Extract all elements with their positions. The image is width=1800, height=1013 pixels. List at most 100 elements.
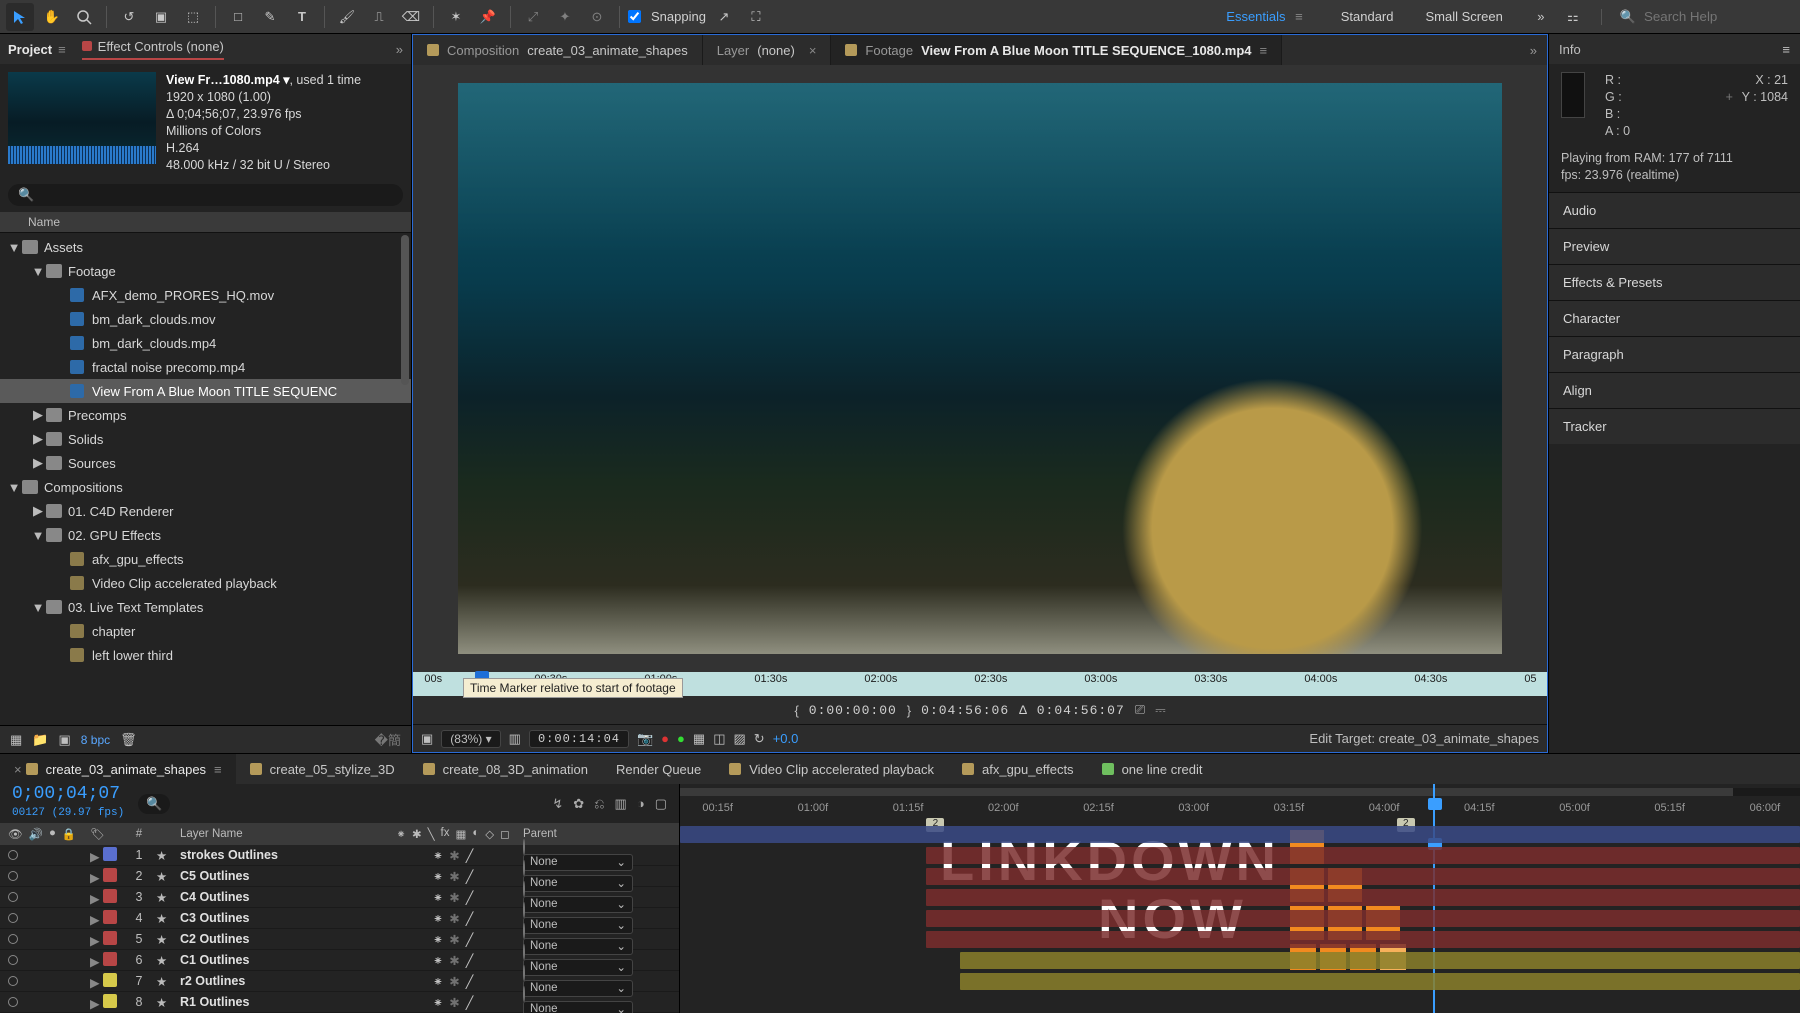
twirl-icon[interactable]: ▶ xyxy=(30,503,46,519)
brush-tool-icon[interactable]: 🖌 xyxy=(333,3,361,31)
timeline-tracks[interactable]: 00:15f01:00f01:15f02:00f02:15f03:00f03:1… xyxy=(680,784,1800,1013)
layer-row[interactable]: ▶ 8★R1 Outlines⁕✱╱ None⌄ xyxy=(0,992,679,1013)
panel-character[interactable]: Character xyxy=(1549,300,1800,336)
label-color-icon[interactable] xyxy=(103,994,117,1008)
label-color-icon[interactable] xyxy=(103,952,117,966)
track-row[interactable] xyxy=(680,971,1800,992)
tree-row[interactable]: bm_dark_clouds.mov xyxy=(0,307,411,331)
region-tool-icon[interactable]: ⬚ xyxy=(179,3,207,31)
tree-row[interactable]: AFX_demo_PRORES_HQ.mov xyxy=(0,283,411,307)
comp-mini-flowchart-icon[interactable]: ↯ xyxy=(552,796,563,812)
grid-icon[interactable]: ▦ xyxy=(693,731,705,747)
res-icon[interactable]: ▥ xyxy=(509,731,521,747)
twirl-icon[interactable]: ▶ xyxy=(30,455,46,471)
clip[interactable] xyxy=(926,910,1800,927)
project-tree[interactable]: ▼Assets▼FootageAFX_demo_PRORES_HQ.movbm_… xyxy=(0,233,411,725)
tree-row[interactable]: ▼02. GPU Effects xyxy=(0,523,411,547)
pickwhip-icon[interactable] xyxy=(523,923,525,939)
twirl-icon[interactable]: ▶ xyxy=(30,431,46,447)
visibility-icon[interactable] xyxy=(8,955,18,965)
tree-row[interactable]: afx_gpu_effects xyxy=(0,547,411,571)
search-help-input[interactable] xyxy=(1644,9,1784,24)
current-time-indicator[interactable]: 0;00;04;07 xyxy=(12,785,124,803)
exposure-value[interactable]: +0.0 xyxy=(773,731,799,746)
view-axis-icon[interactable]: ⊙ xyxy=(583,3,611,31)
roto-tool-icon[interactable]: ✶ xyxy=(442,3,470,31)
world-axis-icon[interactable]: ✦ xyxy=(551,3,579,31)
twirl-icon[interactable]: ▼ xyxy=(6,480,22,495)
twirl-icon[interactable]: ▶ xyxy=(90,955,100,969)
project-column-name[interactable]: Name xyxy=(0,212,411,233)
panel-paragraph[interactable]: Paragraph xyxy=(1549,336,1800,372)
clip[interactable] xyxy=(680,826,1800,843)
pickwhip-icon[interactable] xyxy=(523,902,525,918)
tree-row[interactable]: ▶Solids xyxy=(0,427,411,451)
puppet-tool-icon[interactable]: 📌 xyxy=(474,3,502,31)
pen-tool-icon[interactable]: ✎ xyxy=(256,3,284,31)
tab-menu-icon[interactable]: ≡ xyxy=(1260,43,1268,58)
project-search[interactable]: 🔍 xyxy=(8,184,403,206)
type-tool-icon[interactable]: T xyxy=(288,3,316,31)
clip[interactable] xyxy=(960,952,1800,969)
track-row[interactable] xyxy=(680,866,1800,887)
in-point[interactable]: 0:00:00:00 xyxy=(809,703,897,718)
tree-row[interactable]: ▶Precomps xyxy=(0,403,411,427)
local-axis-icon[interactable]: ⤢ xyxy=(519,3,547,31)
track-row[interactable] xyxy=(680,887,1800,908)
twirl-icon[interactable]: ▶ xyxy=(90,871,100,885)
layer-name[interactable]: R1 Outlines xyxy=(176,995,387,1009)
snap-bounds-icon[interactable]: ⛶ xyxy=(742,3,770,31)
twirl-icon[interactable]: ▶ xyxy=(90,997,100,1011)
panel-align[interactable]: Align xyxy=(1549,372,1800,408)
workspace-essentials[interactable]: Essentials ≡ xyxy=(1220,1,1314,32)
resize-icon[interactable]: �簡 xyxy=(375,730,401,749)
zoom-select[interactable]: (83%) ▾ xyxy=(441,730,500,748)
panel-tracker[interactable]: Tracker xyxy=(1549,408,1800,444)
workspace-overflow-icon[interactable]: » xyxy=(1527,3,1555,31)
layer-name[interactable]: C5 Outlines xyxy=(176,869,387,883)
tree-row[interactable]: fractal noise precomp.mp4 xyxy=(0,355,411,379)
tree-row[interactable]: ▶01. C4D Renderer xyxy=(0,499,411,523)
visibility-icon[interactable] xyxy=(8,892,18,902)
clip[interactable] xyxy=(960,973,1800,990)
tree-row[interactable]: Video Clip accelerated playback xyxy=(0,571,411,595)
timeline-search[interactable]: 🔍 xyxy=(138,794,170,814)
layer-name[interactable]: C4 Outlines xyxy=(176,890,387,904)
zoom-tool-icon[interactable] xyxy=(70,3,98,31)
pickwhip-icon[interactable] xyxy=(523,986,525,1002)
tree-row[interactable]: ▼Footage xyxy=(0,259,411,283)
draft3d-icon[interactable]: ✿ xyxy=(573,796,584,812)
panel-preview[interactable]: Preview xyxy=(1549,228,1800,264)
selection-tool-icon[interactable] xyxy=(6,3,34,31)
channel-icon[interactable]: ● xyxy=(661,731,669,746)
timeline-ruler[interactable]: 00:15f01:00f01:15f02:00f02:15f03:00f03:1… xyxy=(680,802,1800,822)
track-row[interactable] xyxy=(680,908,1800,929)
twirl-icon[interactable]: ▶ xyxy=(90,976,100,990)
tree-row[interactable]: ▼03. Live Text Templates xyxy=(0,595,411,619)
panel-overflow-icon[interactable]: » xyxy=(396,42,403,57)
viewer-tab-comp[interactable]: Compositioncreate_03_animate_shapes xyxy=(413,35,703,65)
clone-tool-icon[interactable]: ⎍ xyxy=(365,3,393,31)
reset-exposure-icon[interactable]: ↻ xyxy=(754,731,765,747)
visibility-icon[interactable] xyxy=(8,850,18,860)
label-col-icon[interactable]: 🏷 xyxy=(90,829,105,841)
tree-row[interactable]: ▼Assets xyxy=(0,235,411,259)
clip[interactable] xyxy=(926,889,1800,906)
trash-icon[interactable]: 🗑 xyxy=(120,732,137,748)
clip[interactable] xyxy=(926,847,1800,864)
layer-name[interactable]: r2 Outlines xyxy=(176,974,387,988)
tree-row[interactable]: ▼Compositions xyxy=(0,475,411,499)
pickwhip-icon[interactable] xyxy=(523,944,525,960)
effect-controls-tab[interactable]: Effect Controls (none) xyxy=(82,39,224,60)
visibility-icon[interactable] xyxy=(8,913,18,923)
visibility-icon[interactable] xyxy=(8,997,18,1007)
layer-name[interactable]: C1 Outlines xyxy=(176,953,387,967)
layer-name[interactable]: C3 Outlines xyxy=(176,911,387,925)
timeline-tab[interactable]: Video Clip accelerated playback xyxy=(715,754,948,784)
tab-menu-icon[interactable]: ≡ xyxy=(214,762,222,777)
timeline-tab[interactable]: create_08_3D_animation xyxy=(409,754,602,784)
panel-effects-presets[interactable]: Effects & Presets xyxy=(1549,264,1800,300)
panel-menu-icon[interactable]: ≡ xyxy=(1782,42,1790,57)
visibility-icon[interactable] xyxy=(8,976,18,986)
hand-tool-icon[interactable]: ✋ xyxy=(38,3,66,31)
